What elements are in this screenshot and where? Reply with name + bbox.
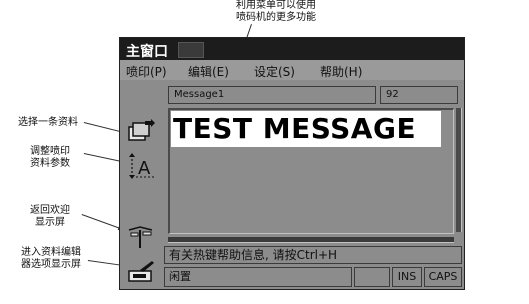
- message-editor-button[interactable]: [126, 258, 156, 284]
- annotation-adjust-params-line-2: 资料参数: [30, 158, 70, 169]
- hotkey-hint: 有关热键帮助信息, 请按Ctrl+H: [164, 246, 462, 264]
- title-bar-box: [178, 42, 204, 58]
- annotation-adjust-params-line-1: 调整喷印: [30, 146, 70, 157]
- menu-annotation-line-1: 利用菜单可以使用: [236, 0, 316, 11]
- annotation-adjust-params: 调整喷印 资料参数: [14, 146, 86, 170]
- adjust-parameters-icon: A: [129, 153, 154, 179]
- annotation-message-editor: 进入资料编辑 器选项显示屏: [12, 247, 90, 271]
- status-ins: INS: [392, 267, 422, 287]
- message-number-field[interactable]: 92: [380, 86, 458, 104]
- message-text[interactable]: TEST MESSAGE: [171, 111, 441, 147]
- status-state: 闲置: [164, 267, 352, 287]
- message-editor-icon: [128, 261, 154, 282]
- annotation-select-message: 选择一条资料: [12, 117, 84, 129]
- title-bar: 主窗口: [120, 38, 464, 60]
- menu-settings[interactable]: 设定(S): [254, 63, 295, 80]
- menu-annotation: 利用菜单可以使用 喷码机的更多功能: [236, 0, 376, 24]
- main-panel: Message1 92 TEST MESSAGE 有关热键帮助信息, 请按Ctr…: [164, 86, 462, 289]
- message-editor-area[interactable]: TEST MESSAGE: [168, 108, 454, 234]
- menu-edit[interactable]: 编辑(E): [188, 63, 229, 80]
- select-message-icon: [128, 119, 155, 141]
- leader-return-welcome: [81, 214, 124, 230]
- annotation-message-editor-line-1: 进入资料编辑: [21, 247, 81, 258]
- status-blank: [354, 267, 390, 287]
- window-title: 主窗口: [126, 44, 168, 60]
- menu-print[interactable]: 喷印(P): [126, 63, 167, 80]
- svg-text:A: A: [138, 158, 151, 179]
- menu-annotation-line-2: 喷码机的更多功能: [236, 12, 316, 23]
- status-bar: 闲置 INS CAPS: [164, 267, 462, 287]
- annotation-return-welcome-line-1: 返回欢迎: [30, 205, 70, 216]
- return-welcome-icon: [128, 226, 153, 248]
- annotation-select-message-text: 选择一条资料: [18, 117, 78, 128]
- message-name-field[interactable]: Message1: [168, 86, 376, 104]
- annotation-return-welcome: 返回欢迎 显示屏: [14, 205, 86, 229]
- select-message-button[interactable]: [126, 118, 156, 144]
- annotation-message-editor-line-2: 器选项显示屏: [21, 259, 81, 270]
- menu-bar: 喷印(P) 编辑(E) 设定(S) 帮助(H): [120, 60, 464, 80]
- side-toolbar: A: [121, 82, 161, 288]
- main-window: 主窗口 喷印(P) 编辑(E) 设定(S) 帮助(H) A Message1 9…: [119, 37, 465, 290]
- annotation-return-welcome-line-2: 显示屏: [35, 217, 65, 228]
- menu-help[interactable]: 帮助(H): [320, 63, 362, 80]
- adjust-parameters-button[interactable]: A: [126, 152, 156, 179]
- horizontal-scrollbar[interactable]: [168, 237, 454, 243]
- return-welcome-button[interactable]: [126, 224, 156, 250]
- vertical-scrollbar[interactable]: [456, 108, 462, 232]
- status-caps: CAPS: [424, 267, 462, 287]
